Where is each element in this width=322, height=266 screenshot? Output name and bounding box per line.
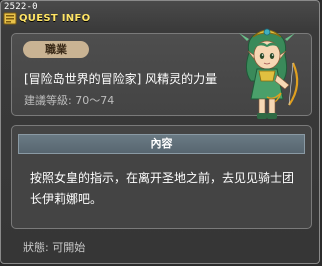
quest-description: 按照女皇的指示，在离开圣地之前，去见见骑士团长伊莉娜吧。	[30, 171, 295, 206]
quest-book-icon	[3, 12, 17, 24]
content-header: 內容	[18, 134, 305, 154]
title-bar: QUEST INFO	[3, 11, 90, 25]
quest-info-window: 2522-0 QUEST INFO 職業 [冒险岛世界的冒险家] 风精灵的力量 …	[0, 0, 320, 264]
quest-name: [冒险岛世界的冒险家] 风精灵的力量	[24, 72, 218, 86]
content-panel: 內容 按照女皇的指示，在离开圣地之前，去见见骑士团长伊莉娜吧。	[11, 125, 312, 229]
npc-portrait-icon	[239, 28, 299, 119]
quest-status: 狀態: 可開始	[23, 241, 86, 254]
job-badge: 職業	[23, 41, 89, 58]
level-requirement: 建議等級: 70～74	[24, 94, 115, 107]
window-title: QUEST INFO	[19, 12, 91, 24]
